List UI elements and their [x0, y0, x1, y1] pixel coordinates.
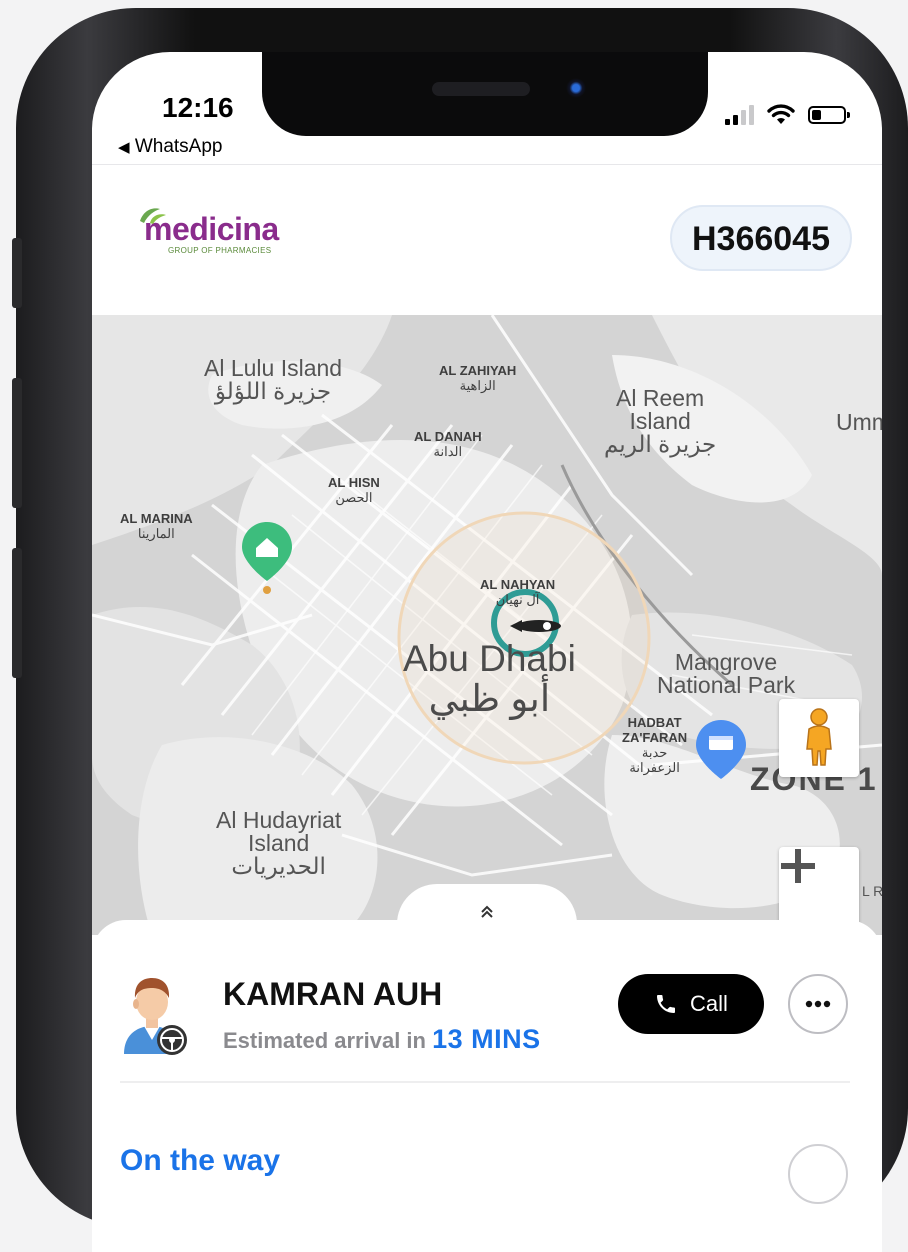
- back-triangle-icon: ◀: [118, 139, 130, 156]
- status-icons: [725, 104, 850, 126]
- map-label-al-hisn: AL HISN الحصن: [328, 475, 380, 505]
- delivery-status: On the way: [120, 1144, 281, 1177]
- back-app-label: WhatsApp: [134, 136, 223, 157]
- map-label-al-lulu-island: Al Lulu Island جزيرة اللؤلؤ: [204, 355, 343, 404]
- phone-icon: [657, 995, 676, 1013]
- map-label-al-nahyan: AL NAHYAN آل نهيان: [480, 577, 556, 607]
- ellipsis-icon: [805, 1000, 831, 1008]
- map-background: [92, 315, 882, 935]
- order-id-badge: H366045: [669, 205, 852, 271]
- estimated-arrival: Estimated arrival in 13 MINS: [223, 1024, 541, 1055]
- call-button-label: Call: [690, 991, 728, 1016]
- signal-icon: [725, 105, 754, 125]
- phone-frame: 12:16 ◀ WhatsApp medicina GROUP OF PHARM…: [12, 8, 908, 1252]
- battery-icon: [808, 106, 850, 124]
- status-time: 12:16: [162, 92, 234, 123]
- map-label-hadbat-zafaran: HADBAT ZA'FARAN حدبة الزعفرانة: [622, 715, 688, 775]
- map-label-umm: Umm: [836, 409, 882, 435]
- map-view[interactable]: Al Lulu Island جزيرة اللؤلؤ AL ZAHIYAH ا…: [92, 315, 882, 935]
- notch: [262, 52, 708, 136]
- more-options-button[interactable]: [788, 974, 848, 1034]
- plus-icon: [781, 849, 815, 883]
- sheet-divider: [120, 1081, 850, 1083]
- medicina-logo: medicina GROUP OF PHARMACIES: [140, 208, 279, 255]
- map-label-al-marina: AL MARINA المارينا: [120, 511, 193, 541]
- street-view-pegman-button[interactable]: [779, 699, 859, 777]
- eta-prefix: Estimated arrival in: [223, 1028, 426, 1053]
- map-label-edge: L R: [862, 883, 882, 899]
- phone-screen: 12:16 ◀ WhatsApp medicina GROUP OF PHARM…: [92, 52, 882, 1252]
- eta-value: 13 MINS: [432, 1024, 541, 1054]
- back-to-app-link[interactable]: ◀ WhatsApp: [118, 136, 222, 158]
- map-label-mangrove-national-park: Mangrove National Park: [657, 649, 796, 698]
- map-label-abu-dhabi: Abu Dhabi أبو ظبي: [403, 638, 576, 719]
- wifi-icon: [767, 104, 795, 124]
- mute-switch: [12, 238, 22, 308]
- leaf-icon: [140, 208, 166, 224]
- volume-down-button: [12, 548, 22, 678]
- status-options-button[interactable]: [788, 1144, 848, 1204]
- map-label-al-hudayriat-island: Al Hudayriat Island الحديريات: [216, 807, 342, 879]
- map-label-al-danah: AL DANAH الدانة: [414, 429, 482, 459]
- speaker-grille: [432, 82, 530, 96]
- map-label-al-reem-island: Al Reem Island جزيرة الريم: [604, 385, 717, 457]
- volume-up-button: [12, 378, 22, 508]
- zoom-in-button[interactable]: [779, 847, 859, 927]
- driver-avatar: [120, 970, 190, 1061]
- map-label-al-zahiyah: AL ZAHIYAH الزاهية: [439, 363, 517, 393]
- driver-details-sheet: KAMRAN AUH Estimated arrival in 13 MINS …: [92, 920, 882, 1252]
- chevron-double-up-icon: [481, 905, 493, 918]
- call-driver-button[interactable]: Call: [618, 974, 764, 1034]
- driver-name: KAMRAN AUH: [223, 976, 443, 1012]
- app-header: medicina GROUP OF PHARMACIES H366045: [92, 165, 882, 315]
- pegman-icon: [806, 708, 832, 766]
- driver-avatar-icon: [124, 978, 187, 1055]
- logo-tagline: GROUP OF PHARMACIES: [168, 246, 272, 255]
- camera-icon: [566, 78, 586, 98]
